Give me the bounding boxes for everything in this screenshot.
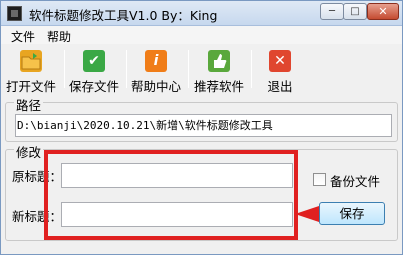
save-button[interactable]: 保存: [319, 202, 385, 225]
toolbar: 打开文件 ✔ 保存文件 i 帮助中心 推荐软件 ✕ 退出: [1, 44, 402, 94]
save-file-label: 保存文件: [68, 79, 119, 94]
thumbs-up-icon: [208, 50, 230, 72]
minimize-button[interactable]: ─: [320, 3, 344, 20]
menu-bar: 文件 帮助: [1, 26, 402, 44]
menu-file[interactable]: 文件: [11, 28, 35, 45]
checkmark-icon: ✔: [83, 50, 105, 72]
maximize-button[interactable]: □: [343, 3, 367, 20]
app-icon: [7, 6, 22, 21]
path-group-label: 路径: [14, 95, 44, 114]
path-group: 路径 D:\bianji\2020.10.21\新增\软件标题修改工具: [5, 95, 398, 142]
help-center-button[interactable]: i 帮助中心: [130, 48, 182, 94]
arrow-icon: [295, 206, 319, 222]
toolbar-divider: [64, 50, 65, 88]
recommend-software-label: 推荐软件: [193, 79, 244, 94]
open-file-button[interactable]: 打开文件: [5, 48, 57, 94]
info-icon: i: [145, 50, 167, 72]
recommend-software-button[interactable]: 推荐软件: [193, 48, 245, 94]
path-field[interactable]: D:\bianji\2020.10.21\新增\软件标题修改工具: [15, 114, 392, 137]
close-icon: ✕: [269, 50, 291, 72]
toolbar-divider: [126, 50, 127, 88]
folder-icon: [20, 50, 42, 72]
menu-help[interactable]: 帮助: [47, 28, 71, 45]
highlight-box: [44, 150, 298, 240]
close-window-button[interactable]: ✕: [367, 3, 399, 20]
toolbar-divider: [251, 50, 252, 88]
exit-button[interactable]: ✕ 退出: [260, 48, 300, 94]
open-file-label: 打开文件: [5, 79, 56, 94]
help-center-label: 帮助中心: [130, 79, 181, 94]
title-bar: 软件标题修改工具V1.0 By：King ─ □ ✕: [1, 1, 402, 26]
toolbar-divider: [188, 50, 189, 88]
edit-group-label: 修改: [14, 142, 44, 161]
backup-label[interactable]: 备份文件: [330, 171, 380, 190]
window-title: 软件标题修改工具V1.0 By：King: [29, 8, 218, 23]
app-window: 软件标题修改工具V1.0 By：King ─ □ ✕ 文件 帮助 打开文件 ✔ …: [0, 0, 403, 255]
save-file-button[interactable]: ✔ 保存文件: [68, 48, 120, 94]
backup-checkbox[interactable]: [313, 173, 326, 186]
exit-label: 退出: [267, 79, 293, 94]
